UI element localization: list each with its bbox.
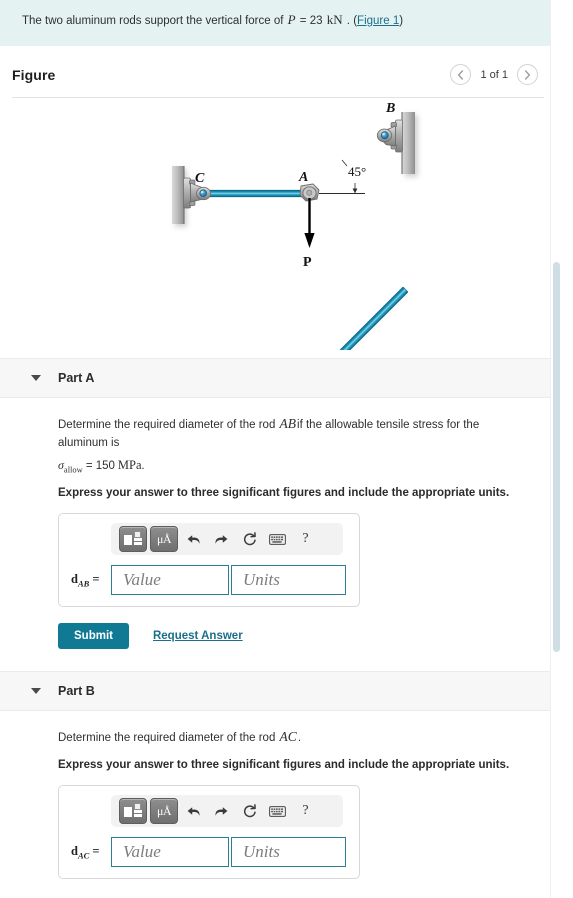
math-template-icon[interactable] — [119, 798, 147, 825]
rod-ac — [201, 189, 312, 198]
statement-unit: kN — [326, 12, 343, 27]
reset-circular-arrow-icon[interactable] — [237, 527, 262, 551]
figure-title: Figure — [12, 66, 56, 83]
answer-toolbar: μÅ ? — [111, 523, 343, 556]
truss-diagram-svg: B C A 45° P — [172, 101, 415, 350]
help-question-icon[interactable]: ? — [293, 799, 318, 823]
question-text-before: Determine the required diameter of the r… — [58, 732, 276, 745]
chevron-left-icon[interactable] — [450, 64, 472, 85]
reset-circular-arrow-icon[interactable] — [237, 799, 262, 823]
part-b-header[interactable]: Part B — [0, 671, 562, 712]
statement-period: . — [346, 15, 350, 27]
value-placeholder: Value — [123, 842, 161, 862]
statement-value: = 23 — [299, 15, 323, 27]
undo-arrow-icon[interactable] — [181, 527, 206, 551]
figure-navigation: 1 of 1 — [450, 64, 538, 85]
chevron-right-icon[interactable] — [517, 64, 538, 85]
part-b-question: Determine the required diameter of the r… — [58, 727, 488, 748]
question-text-before: Determine the required diameter of the r… — [58, 419, 276, 431]
part-b-body: Determine the required diameter of the r… — [0, 711, 562, 889]
part-a-header[interactable]: Part A — [0, 358, 562, 398]
force-arrow-p — [304, 198, 315, 248]
part-a-answer-box: μÅ ? dAB = Value Units — [58, 513, 360, 608]
caret-down-icon[interactable] — [31, 688, 41, 695]
redo-arrow-icon[interactable] — [209, 799, 234, 823]
help-question-icon[interactable]: ? — [293, 527, 318, 551]
keyboard-icon[interactable] — [265, 527, 290, 551]
figure-header: Figure 1 of 1 — [12, 46, 544, 97]
pin-c — [196, 186, 211, 201]
units-button-label: μÅ — [156, 531, 172, 546]
page-scrollbar[interactable] — [550, 0, 562, 898]
part-a-question: Determine the required diameter of the r… — [58, 414, 488, 453]
label-force-p: P — [303, 255, 312, 270]
answer-variable-label: dAC = — [71, 843, 100, 861]
answer-units-input[interactable]: Units — [231, 565, 346, 596]
units-placeholder: Units — [243, 842, 280, 862]
answer-value-input[interactable]: Value — [111, 837, 229, 868]
part-b-title: Part B — [58, 684, 95, 699]
allowable-stress-line: σallow = 150 MPa. — [58, 456, 488, 477]
units-button-label: μÅ — [156, 803, 172, 818]
problem-page: The two aluminum rods support the vertic… — [0, 0, 562, 898]
part-b-answer-box: μÅ ? dAC = Value Units — [58, 785, 360, 880]
rod-ab — [304, 287, 408, 350]
units-micro-angstrom-icon[interactable]: μÅ — [150, 798, 178, 825]
answer-input-row: dAC = Value Units — [69, 837, 349, 868]
sigma-value: = 150 — [85, 459, 115, 472]
submit-button[interactable]: Submit — [58, 623, 129, 650]
pin-b — [376, 128, 393, 143]
part-b-section: Part B Determine the required diameter o… — [0, 671, 562, 889]
request-answer-link[interactable]: Request Answer — [153, 630, 243, 642]
question-text-after: . — [297, 732, 302, 745]
question-rod-variable: AC — [279, 729, 297, 745]
part-a-body: Determine the required diameter of the r… — [0, 398, 562, 663]
answer-value-input[interactable]: Value — [111, 565, 229, 596]
label-angle: 45° — [348, 164, 366, 179]
part-a-instruction: Express your answer to three significant… — [58, 487, 510, 500]
figure-1-link[interactable]: Figure 1 — [357, 15, 399, 27]
caret-down-icon[interactable] — [31, 375, 41, 381]
undo-arrow-icon[interactable] — [181, 799, 206, 823]
statement-variable-p: P — [287, 12, 296, 27]
figure-diagram: B C A 45° P — [12, 98, 544, 350]
answer-toolbar: μÅ ? — [111, 795, 343, 828]
value-placeholder: Value — [123, 570, 161, 590]
math-template-icon[interactable] — [119, 526, 147, 553]
label-c: C — [195, 171, 205, 186]
submit-row: Submit Request Answer — [58, 623, 540, 653]
parts-container: Part A Determine the required diameter o… — [0, 358, 562, 889]
units-micro-angstrom-icon[interactable]: μÅ — [150, 526, 178, 553]
units-placeholder: Units — [243, 570, 280, 590]
redo-arrow-icon[interactable] — [209, 527, 234, 551]
sigma-unit: MPa — [117, 457, 142, 472]
keyboard-icon[interactable] — [265, 799, 290, 823]
sigma-period: . — [141, 457, 145, 472]
wall-support-c — [172, 166, 184, 224]
problem-statement: The two aluminum rods support the vertic… — [0, 0, 562, 46]
answer-units-input[interactable]: Units — [231, 837, 346, 868]
answer-input-row: dAB = Value Units — [69, 565, 349, 596]
label-b: B — [385, 101, 395, 116]
figure-block: Figure 1 of 1 B C A 45° P — [0, 46, 562, 350]
wall-support-b — [402, 112, 415, 174]
part-a-section: Part A Determine the required diameter o… — [0, 358, 562, 663]
part-b-instruction: Express your answer to three significant… — [58, 759, 510, 772]
statement-text-before: The two aluminum rods support the vertic… — [22, 15, 284, 27]
label-a: A — [298, 170, 308, 185]
scrollbar-thumb[interactable] — [553, 262, 560, 652]
figure-link-close: ) — [399, 15, 404, 27]
part-a-title: Part A — [58, 371, 95, 385]
answer-variable-label: dAB = — [71, 572, 100, 589]
figure-counter: 1 of 1 — [480, 68, 508, 81]
sigma-subscript: allow — [63, 464, 83, 475]
question-rod-variable: AB — [279, 416, 297, 431]
